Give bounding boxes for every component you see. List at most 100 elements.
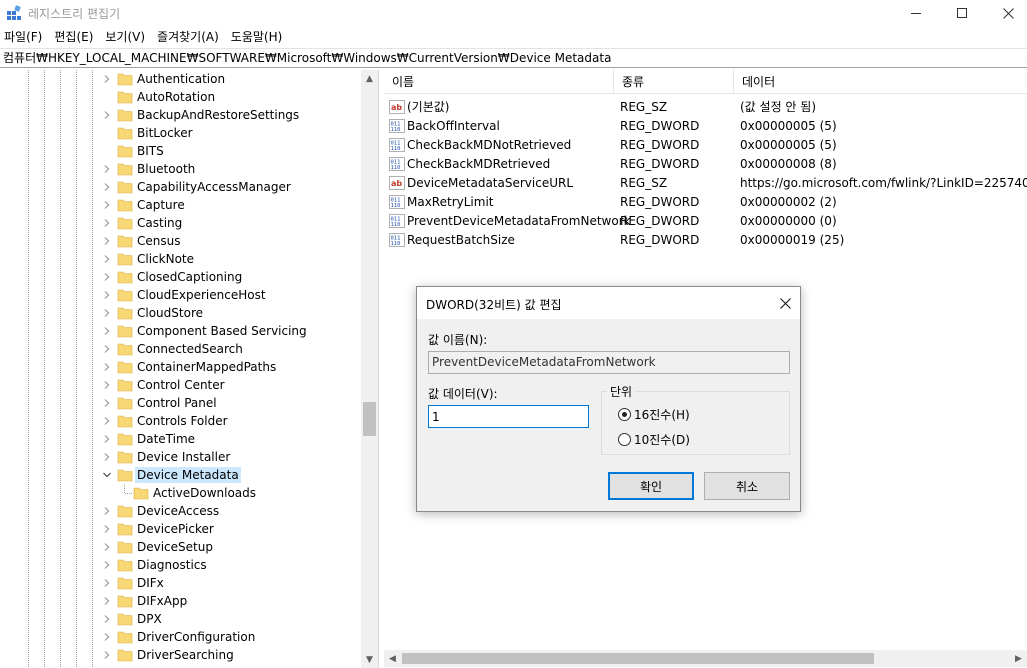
decimal-radio[interactable]: 10진수(D): [618, 431, 690, 447]
tree-item[interactable]: ClickNote: [0, 250, 360, 268]
chevron-right-icon[interactable]: [101, 163, 113, 175]
chevron-right-icon[interactable]: [101, 217, 113, 229]
tree-item[interactable]: DeviceAccess: [0, 502, 360, 520]
chevron-right-icon[interactable]: [101, 559, 113, 571]
tree-item[interactable]: BackupAndRestoreSettings: [0, 106, 360, 124]
tree-item[interactable]: DeviceSetup: [0, 538, 360, 556]
tree-item[interactable]: DriverSearching: [0, 646, 360, 664]
tree-item[interactable]: AutoRotation: [0, 88, 360, 106]
menu-item-0[interactable]: 파일(F): [0, 28, 48, 46]
chevron-right-icon[interactable]: [101, 649, 113, 661]
tree-item[interactable]: DevicePicker: [0, 520, 360, 538]
scroll-thumb[interactable]: [363, 402, 376, 436]
ok-button[interactable]: 확인: [608, 472, 694, 500]
tree-item[interactable]: DIFx: [0, 574, 360, 592]
menu-item-3[interactable]: 즐겨찾기(A): [151, 28, 225, 46]
tree-item[interactable]: BITS: [0, 142, 360, 160]
list-item[interactable]: ab (기본값) REG_SZ (값 설정 안 됨): [384, 98, 1027, 117]
list-item[interactable]: 011 110 BackOffInterval REG_DWORD 0x00000005…: [384, 117, 1027, 136]
chevron-right-icon[interactable]: [101, 109, 113, 121]
menu-item-2[interactable]: 보기(V): [99, 28, 151, 46]
close-button[interactable]: [985, 0, 1027, 26]
tree-item[interactable]: DriverConfiguration: [0, 628, 360, 646]
chevron-right-icon[interactable]: [101, 73, 113, 85]
tree-item[interactable]: CapabilityAccessManager: [0, 178, 360, 196]
tree-item[interactable]: ContainerMappedPaths: [0, 358, 360, 376]
list-item[interactable]: 011 110 RequestBatchSize REG_DWORD 0x0000001…: [384, 231, 1027, 250]
tree-item[interactable]: BitLocker: [0, 124, 360, 142]
chevron-right-icon[interactable]: [101, 361, 113, 373]
tree-item[interactable]: Component Based Servicing: [0, 322, 360, 340]
tree-item[interactable]: DPX: [0, 610, 360, 628]
tree-item[interactable]: DateTime: [0, 430, 360, 448]
chevron-down-icon[interactable]: [101, 469, 113, 481]
list-item[interactable]: 011 110 MaxRetryLimit REG_DWORD 0x00000002 (…: [384, 193, 1027, 212]
tree-item[interactable]: Diagnostics: [0, 556, 360, 574]
chevron-right-icon[interactable]: [101, 181, 113, 193]
tree-item[interactable]: Device Metadata: [0, 466, 360, 484]
list-item[interactable]: 011 110 CheckBackMDNotRetrieved REG_DWORD 0x…: [384, 136, 1027, 155]
tree-item[interactable]: Authentication: [0, 70, 360, 88]
tree-item[interactable]: Control Panel: [0, 394, 360, 412]
tree-vertical-scrollbar[interactable]: ▲ ▼: [361, 70, 378, 668]
tree-item[interactable]: Capture: [0, 196, 360, 214]
tree-item[interactable]: Bluetooth: [0, 160, 360, 178]
tree-item[interactable]: Casting: [0, 214, 360, 232]
dialog-close-button[interactable]: [773, 291, 797, 315]
menu-item-4[interactable]: 도움말(H): [225, 28, 289, 46]
chevron-right-icon[interactable]: [101, 451, 113, 463]
tree-item[interactable]: Controls Folder: [0, 412, 360, 430]
column-header-type[interactable]: 종류: [614, 70, 734, 94]
chevron-right-icon[interactable]: [101, 307, 113, 319]
chevron-right-icon[interactable]: [101, 541, 113, 553]
tree-item[interactable]: CloudStore: [0, 304, 360, 322]
value-name: DeviceMetadataServiceURL: [407, 176, 574, 190]
maximize-button[interactable]: [939, 0, 985, 26]
chevron-right-icon[interactable]: [101, 199, 113, 211]
scroll-thumb[interactable]: [402, 653, 874, 664]
column-header-name[interactable]: 이름: [384, 70, 614, 94]
tree-item[interactable]: CloudExperienceHost: [0, 286, 360, 304]
column-header-data[interactable]: 데이터: [734, 70, 1027, 94]
list-item[interactable]: ab DeviceMetadataServiceURL REG_SZ https://…: [384, 174, 1027, 193]
hex-radio[interactable]: 16진수(H): [618, 406, 690, 422]
tree-item[interactable]: ClosedCaptioning: [0, 268, 360, 286]
tree-item[interactable]: Census: [0, 232, 360, 250]
list-item[interactable]: 011 110 CheckBackMDRetrieved REG_DWORD 0x000…: [384, 155, 1027, 174]
chevron-right-icon[interactable]: [101, 253, 113, 265]
chevron-right-icon[interactable]: [101, 577, 113, 589]
cancel-button[interactable]: 취소: [704, 472, 790, 500]
tree-item[interactable]: Control Center: [0, 376, 360, 394]
chevron-right-icon[interactable]: [101, 379, 113, 391]
menu-item-1[interactable]: 편집(E): [48, 28, 99, 46]
list-item[interactable]: 011 110 PreventDeviceMetadataFromNetwork RE…: [384, 212, 1027, 231]
chevron-right-icon[interactable]: [101, 523, 113, 535]
chevron-right-icon[interactable]: [101, 631, 113, 643]
address-bar[interactable]: 컴퓨터₩HKEY_LOCAL_MACHINE₩SOFTWARE₩Microsof…: [0, 48, 1027, 68]
value-data-input[interactable]: [428, 405, 589, 428]
tree-item[interactable]: Device Installer: [0, 448, 360, 466]
scroll-up-icon[interactable]: ▲: [361, 70, 378, 87]
chevron-right-icon[interactable]: [101, 433, 113, 445]
chevron-right-icon[interactable]: [101, 235, 113, 247]
scroll-left-icon[interactable]: ◀: [384, 650, 401, 667]
tree-item[interactable]: ActiveDownloads: [0, 484, 360, 502]
scroll-down-icon[interactable]: ▼: [361, 651, 378, 668]
chevron-right-icon[interactable]: [101, 271, 113, 283]
scroll-right-icon[interactable]: ▶: [1010, 650, 1027, 667]
tree-item[interactable]: ConnectedSearch: [0, 340, 360, 358]
chevron-right-icon[interactable]: [101, 613, 113, 625]
chevron-right-icon[interactable]: [101, 343, 113, 355]
folder-icon: [117, 647, 133, 663]
tree-item[interactable]: DIFxApp: [0, 592, 360, 610]
list-horizontal-scrollbar[interactable]: ◀ ▶: [384, 650, 1027, 667]
chevron-right-icon[interactable]: [101, 289, 113, 301]
pane-splitter[interactable]: [378, 70, 383, 668]
chevron-right-icon[interactable]: [101, 595, 113, 607]
minimize-button[interactable]: [893, 0, 939, 26]
chevron-right-icon[interactable]: [101, 505, 113, 517]
radio-unselected-icon: [618, 432, 631, 446]
chevron-right-icon[interactable]: [101, 325, 113, 337]
chevron-right-icon[interactable]: [101, 415, 113, 427]
chevron-right-icon[interactable]: [101, 397, 113, 409]
